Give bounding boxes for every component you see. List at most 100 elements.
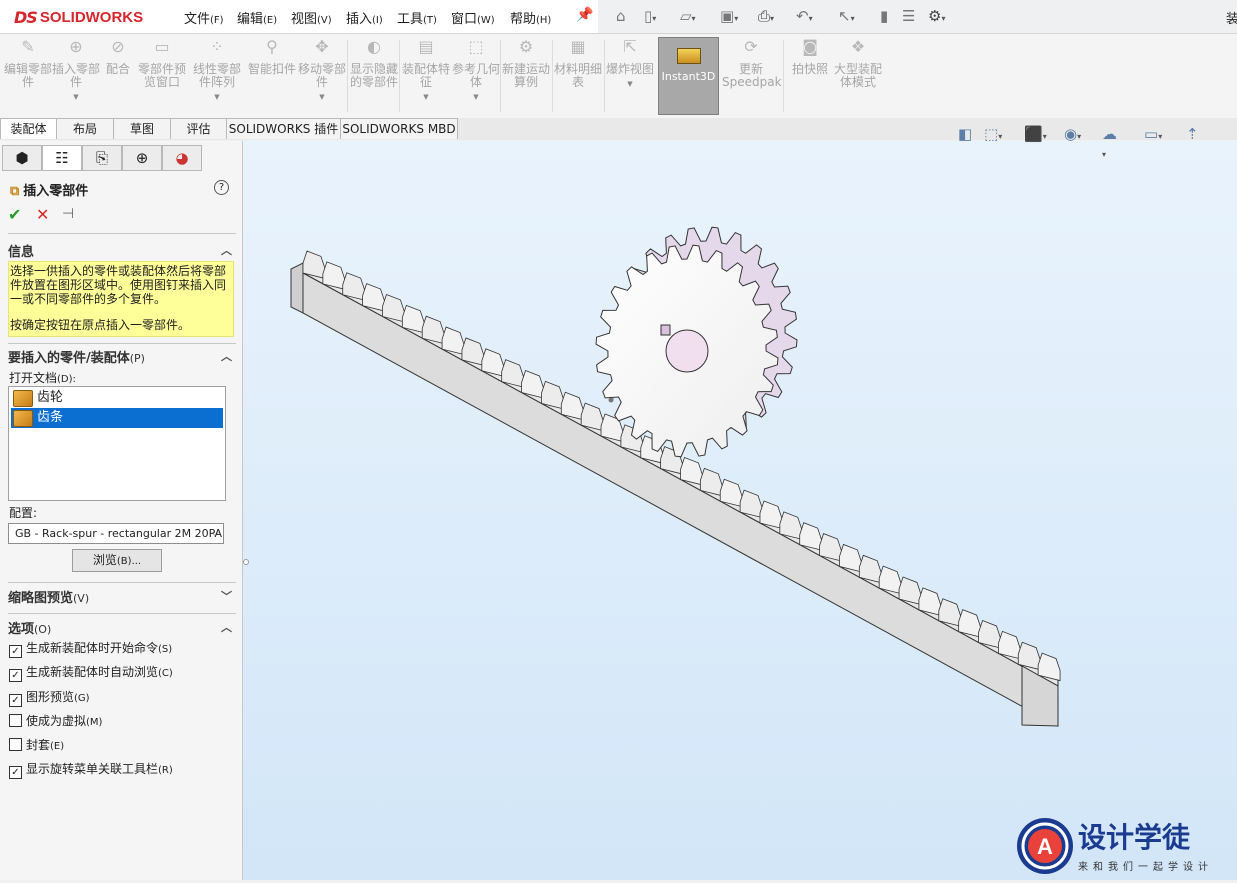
panel-splitter-handle[interactable] <box>242 548 250 576</box>
file-properties-icon[interactable]: ☰ <box>902 7 915 25</box>
menu-insert[interactable]: 插入(I) <box>346 8 383 27</box>
option-envelope[interactable]: 封套(E) <box>9 736 64 754</box>
triad-icon[interactable]: ⇡ <box>1186 125 1199 143</box>
ok-checkmark-icon[interactable]: ✔ <box>8 205 21 224</box>
new-icon[interactable]: ▯▾ <box>644 7 656 25</box>
checkbox[interactable] <box>9 714 22 727</box>
solidworks-logo[interactable]: DS SOLIDWORKS <box>14 6 143 28</box>
menu-tools[interactable]: 工具(T) <box>397 8 437 27</box>
help-button[interactable]: ? <box>214 180 229 195</box>
large-assembly-mode-button[interactable]: ❖ 大型装配体模式 <box>834 39 882 89</box>
options-icon[interactable]: ⚙▾ <box>928 7 945 25</box>
zoom-to-fit-icon[interactable]: ◧ <box>958 125 972 143</box>
new-motion-study-button[interactable]: ⚙ 新建运动算例 <box>502 39 550 89</box>
pin-menu-icon[interactable]: 📌 <box>576 7 593 23</box>
menu-file[interactable]: 文件(F) <box>184 8 224 27</box>
dropdown-caret-icon[interactable]: ▼ <box>402 91 450 104</box>
displaymanager-icon[interactable]: ◕ <box>162 145 202 171</box>
propertymanager-icon[interactable]: ☷ <box>42 145 82 171</box>
undo-icon[interactable]: ↶▾ <box>796 7 813 25</box>
dimxpertmanager-icon[interactable]: ⊕ <box>122 145 162 171</box>
update-speedpak-button[interactable]: ⟳ 更新Speedpak <box>722 39 782 89</box>
menu-view[interactable]: 视图(V) <box>291 8 332 27</box>
featuremanager-tree-icon[interactable]: ⬢ <box>2 145 42 171</box>
options-section-header[interactable]: 选项(O) ︿ <box>8 618 236 638</box>
keep-visible-pushpin-icon[interactable]: ⊣ <box>62 206 74 222</box>
tab-solidworks-mbd[interactable]: SOLIDWORKS MBD <box>340 118 458 139</box>
ds-logo-mark: DS <box>14 7 38 27</box>
model-viewport[interactable] <box>243 141 1237 880</box>
open-documents-list[interactable]: 齿轮 齿条 <box>8 386 226 501</box>
collapse-chevron-icon[interactable]: ︿ <box>221 348 232 364</box>
cancel-x-icon[interactable]: ✕ <box>36 205 49 224</box>
linear-pattern-button[interactable]: ⁘ 线性零部件阵列 ▼ <box>190 39 244 104</box>
configuration-select[interactable]: GB - Rack-spur - rectangular 2M 20PA ⌵ <box>8 523 224 544</box>
dropdown-caret-icon[interactable]: ▼ <box>52 91 100 104</box>
option-rotate-context-toolbar[interactable]: ✓ 显示旋转菜单关联工具栏(R) <box>9 760 173 779</box>
label-text: 打开文档 <box>9 371 58 385</box>
dropdown-caret-icon[interactable]: ▼ <box>452 91 500 104</box>
take-snapshot-button[interactable]: ◙ 拍快照 <box>786 39 834 76</box>
view-setting-icon[interactable]: ▭▾ <box>1144 125 1162 143</box>
gear-model[interactable] <box>595 226 798 458</box>
save-icon[interactable]: ▣▾ <box>720 7 738 25</box>
thumbnail-section-header[interactable]: 缩略图预览(V) ﹀ <box>8 587 236 607</box>
checkbox[interactable]: ✓ <box>9 694 22 707</box>
dropdown-caret-icon[interactable]: ▼ <box>190 91 244 104</box>
collapse-chevron-icon[interactable]: ︿ <box>221 619 232 635</box>
tab-sketch[interactable]: 草图 <box>113 118 171 139</box>
list-item[interactable]: 齿轮 <box>11 388 223 408</box>
display-style-icon[interactable]: ◉▾ <box>1064 125 1081 143</box>
view-orientation-icon[interactable]: ⬛▾ <box>1024 125 1047 143</box>
info-text: 选择一供插入的零件或装配体然后将零部件放置在图形区域中。使用图钉来插入同一或不同… <box>10 264 227 306</box>
exploded-view-button[interactable]: ⇱ 爆炸视图 ▼ <box>606 39 654 91</box>
menu-window[interactable]: 窗口(W) <box>451 8 495 27</box>
instant3d-button[interactable]: Instant3D <box>658 37 719 115</box>
dropdown-caret-icon[interactable]: ▼ <box>606 78 654 91</box>
checkbox[interactable]: ✓ <box>9 669 22 682</box>
browse-button[interactable]: 浏览(B)... <box>72 549 162 572</box>
tab-solidworks-addins[interactable]: SOLIDWORKS 插件 <box>226 118 341 139</box>
graphics-area[interactable] <box>243 141 1237 880</box>
smart-fastener-icon: ⚲ <box>266 37 278 56</box>
tab-evaluate[interactable]: 评估 <box>170 118 227 139</box>
parts-section-header[interactable]: 要插入的零件/装配体(P) ︿ <box>8 347 236 367</box>
configurationmanager-icon[interactable]: ⎘ <box>82 145 122 171</box>
checkbox[interactable]: ✓ <box>9 766 22 779</box>
insert-component-button[interactable]: ⊕ 插入零部件 ▼ <box>52 39 100 104</box>
smart-fasteners-button[interactable]: ⚲ 智能扣件 <box>248 37 296 76</box>
option-key: (C) <box>158 668 173 679</box>
dropdown-caret-icon[interactable]: ▼ <box>298 91 346 104</box>
reference-geometry-button[interactable]: ⬚ 参考几何体 ▼ <box>452 39 500 104</box>
option-graphics-preview[interactable]: ✓ 图形预览(G) <box>9 688 90 707</box>
expand-chevron-icon[interactable]: ﹀ <box>221 588 232 604</box>
menu-bar: DS SOLIDWORKS 文件(F) 编辑(E) 视图(V) 插入(I) 工具… <box>0 0 1237 34</box>
open-icon[interactable]: ▱▾ <box>680 7 696 25</box>
hide-show-items-icon[interactable]: ☁▾ <box>1102 125 1117 161</box>
select-icon[interactable]: ↖▾ <box>838 7 855 25</box>
menu-edit[interactable]: 编辑(E) <box>237 8 277 27</box>
section-view-icon[interactable]: ⬚▾ <box>984 125 1002 143</box>
checkbox[interactable]: ✓ <box>9 645 22 658</box>
tab-layout[interactable]: 布局 <box>56 118 114 139</box>
checkbox[interactable] <box>9 738 22 751</box>
print-icon[interactable]: ⎙▾ <box>758 7 774 25</box>
option-auto-browse[interactable]: ✓ 生成新装配体时自动浏览(C) <box>9 663 173 682</box>
home-icon[interactable]: ⌂ <box>616 7 626 25</box>
move-component-button[interactable]: ✥ 移动零部件 ▼ <box>298 39 346 104</box>
assembly-features-button[interactable]: ▤ 装配体特征 ▼ <box>402 39 450 104</box>
edit-component-button[interactable]: ✎ 编辑零部件 <box>4 39 52 89</box>
mate-button[interactable]: ⊘ 配合 <box>98 39 138 76</box>
show-hidden-components-button[interactable]: ◐ 显示隐藏的零部件 <box>350 39 398 89</box>
list-item-selected[interactable]: 齿条 <box>11 408 223 428</box>
info-section-header[interactable]: 信息 ︿ <box>8 241 236 261</box>
tab-assembly[interactable]: 装配体 <box>0 118 57 139</box>
collapse-chevron-icon[interactable]: ︿ <box>221 242 232 258</box>
component-preview-button[interactable]: ▭ 零部件预览窗口 <box>138 39 186 89</box>
rebuild-icon[interactable]: ▮ <box>880 7 888 25</box>
option-start-command[interactable]: ✓ 生成新装配体时开始命令(S) <box>9 639 172 658</box>
bill-of-materials-button[interactable]: ▦ 材料明细表 <box>554 39 602 89</box>
menu-help[interactable]: 帮助(H) <box>510 8 551 27</box>
chevron-down-icon[interactable]: ⌵ <box>211 524 219 544</box>
option-make-virtual[interactable]: 使成为虚拟(M) <box>9 712 102 730</box>
